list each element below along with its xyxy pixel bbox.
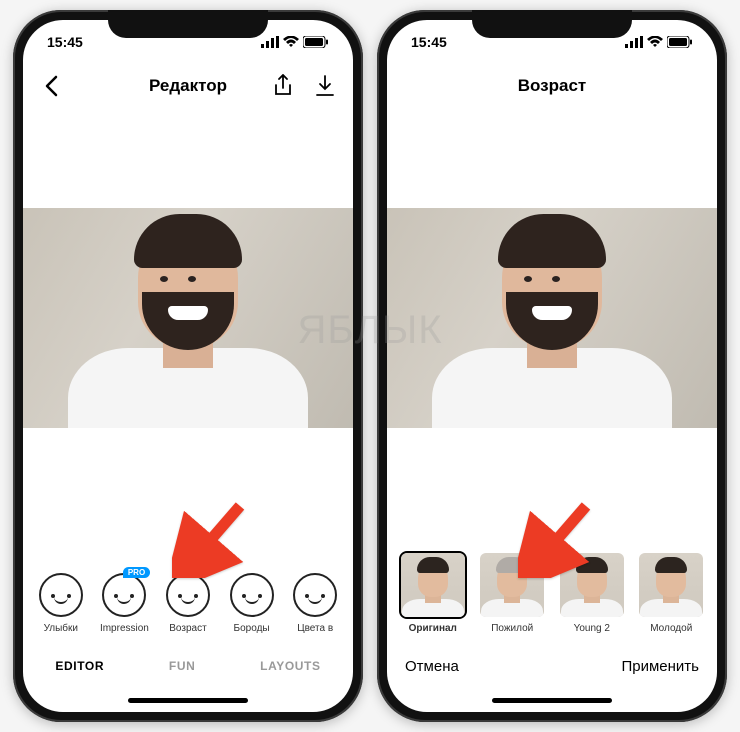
age-thumb-young2 xyxy=(560,553,624,617)
age-label: Молодой xyxy=(635,623,707,634)
tab-fun[interactable]: FUN xyxy=(161,653,203,679)
tab-editor[interactable]: EDITOR xyxy=(47,653,112,679)
tab-bar: EDITOR FUN LAYOUTS xyxy=(23,644,353,688)
filter-label: Impression xyxy=(93,623,157,634)
filter-icon-age xyxy=(166,573,210,617)
filter-icon-smiles xyxy=(39,573,83,617)
filter-item-impression[interactable]: PRO Impression xyxy=(93,573,157,634)
filter-label: Цвета в xyxy=(283,623,347,634)
filter-icon-beards xyxy=(230,573,274,617)
phone-notch xyxy=(472,10,632,38)
nav-bar-left: Редактор xyxy=(23,64,353,108)
photo-person xyxy=(452,218,652,428)
signal-icon xyxy=(625,36,643,48)
filter-icon-impression xyxy=(102,573,146,617)
screen-right: 15:45 Возраст xyxy=(387,20,717,712)
blank-area xyxy=(387,108,717,208)
age-strip[interactable]: Оригинал Пожилой Young 2 Молодой xyxy=(387,553,717,644)
battery-icon xyxy=(303,36,329,48)
nav-bar-right: Возраст xyxy=(387,64,717,108)
filter-label: Улыбки xyxy=(29,623,93,634)
signal-icon xyxy=(261,36,279,48)
share-icon xyxy=(273,74,293,98)
age-label: Пожилой xyxy=(476,623,548,634)
nav-title-right: Возраст xyxy=(387,76,717,96)
back-button[interactable] xyxy=(39,74,63,98)
tab-layouts[interactable]: LAYOUTS xyxy=(252,653,328,679)
status-time: 15:45 xyxy=(47,34,83,50)
filter-item-beards[interactable]: Бороды xyxy=(220,573,284,634)
age-thumb-young xyxy=(639,553,703,617)
filters-area: Улыбки PRO Impression Возраст Бороды xyxy=(23,428,353,644)
action-bar: Отмена Применить xyxy=(387,644,717,688)
download-icon xyxy=(315,75,335,97)
filter-item-colors[interactable]: Цвета в xyxy=(283,573,347,634)
home-indicator[interactable] xyxy=(23,688,353,712)
blank-area xyxy=(23,108,353,208)
phone-left: 15:45 Редактор xyxy=(13,10,363,722)
filter-label: Возраст xyxy=(156,623,220,634)
photo-person xyxy=(88,218,288,428)
filter-item-smiles[interactable]: Улыбки xyxy=(29,573,93,634)
age-label: Оригинал xyxy=(397,623,469,634)
age-item-original[interactable]: Оригинал xyxy=(397,553,469,634)
battery-icon xyxy=(667,36,693,48)
wifi-icon xyxy=(283,36,299,48)
phone-notch xyxy=(108,10,268,38)
age-label: Young 2 xyxy=(556,623,628,634)
pro-badge: PRO xyxy=(123,567,150,578)
status-icons xyxy=(625,36,693,48)
filter-item-age[interactable]: Возраст xyxy=(156,573,220,634)
age-item-young2[interactable]: Young 2 xyxy=(556,553,628,634)
wifi-icon xyxy=(647,36,663,48)
home-indicator[interactable] xyxy=(387,688,717,712)
age-thumb-old xyxy=(480,553,544,617)
age-item-old[interactable]: Пожилой xyxy=(476,553,548,634)
chevron-left-icon xyxy=(44,75,58,97)
filter-strip[interactable]: Улыбки PRO Impression Возраст Бороды xyxy=(23,573,353,644)
age-thumb-original xyxy=(401,553,465,617)
filter-label: Бороды xyxy=(220,623,284,634)
share-button[interactable] xyxy=(271,74,295,98)
age-item-young[interactable]: Молодой xyxy=(635,553,707,634)
photo-area-right[interactable] xyxy=(387,208,717,428)
photo-area-left[interactable] xyxy=(23,208,353,428)
screen-left: 15:45 Редактор xyxy=(23,20,353,712)
cancel-button[interactable]: Отмена xyxy=(405,658,459,675)
phone-right: 15:45 Возраст xyxy=(377,10,727,722)
status-icons xyxy=(261,36,329,48)
apply-button[interactable]: Применить xyxy=(621,658,699,675)
status-time: 15:45 xyxy=(411,34,447,50)
download-button[interactable] xyxy=(313,74,337,98)
age-options-area: Оригинал Пожилой Young 2 Молодой xyxy=(387,428,717,644)
filter-icon-colors xyxy=(293,573,337,617)
